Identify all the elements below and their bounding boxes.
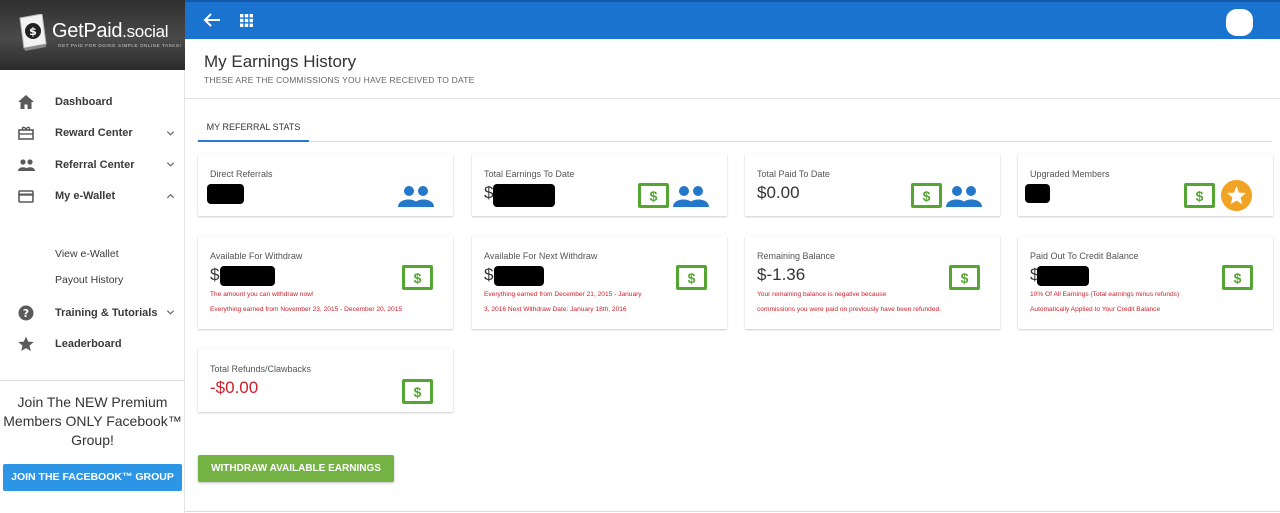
dollar-icon: $ [676,265,707,290]
chevron-up-icon[interactable] [166,192,175,201]
page-title: My Earnings History [204,52,357,71]
brand-name: GetPaid.social [52,20,169,42]
sidebar-item-label: Referral Center [55,158,135,171]
redacted-value [1025,184,1050,203]
card-note: commissions you were paid on previously … [757,306,941,313]
svg-text:?: ? [23,307,29,320]
svg-text:$: $ [29,25,37,38]
redacted-value [493,184,555,207]
tab-bar: MY REFERRAL STATS [198,115,1272,142]
dollar-icon: $ [402,265,433,290]
card-upgraded-members: Upgraded Members $ [1018,154,1273,216]
sidebar-item-label: Leaderboard [55,338,122,351]
sidebar-item-label: My e-Wallet [55,190,116,203]
card-note: Automatically Applied to Your Credit Bal… [1030,306,1161,313]
card-value: $-1.36 [757,265,806,284]
sidebar-item-label: Reward Center [55,127,133,140]
sidebar-item-label: Training & Tutorials [55,306,158,319]
card-label: Available For Next Withdraw [484,251,598,261]
dollar-icon: $ [1184,183,1215,208]
dollar-icon: $ [402,379,433,404]
card-value: $ [484,265,494,284]
join-facebook-group-button[interactable]: JOIN THE FACEBOOK™ GROUP [3,464,182,491]
dollar-icon: $ [638,183,669,208]
promo-text: Join The NEW Premium Members ONLY Facebo… [3,394,182,448]
card-note: 3, 2016 Next Withdraw Date: January 18th… [484,306,627,313]
sidebar-subitem-view-e-wallet[interactable]: View e-Wallet [0,241,184,267]
page-subtitle: THESE ARE THE COMMISSIONS YOU HAVE RECEI… [204,75,475,85]
card-paid-out-to-credit-balance: Paid Out To Credit Balance $ $ 10% Of Al… [1018,236,1273,329]
apps-grid-icon[interactable] [240,14,253,27]
chevron-down-icon[interactable] [166,308,175,317]
card-label: Total Refunds/Clawbacks [210,364,312,374]
card-note: 10% Of All Earnings (Total earnings minu… [1030,291,1180,298]
card-label: Total Paid To Date [757,169,830,179]
brand-logo[interactable]: $ GetPaid.social GET PAID FOR DOING SIMP… [0,0,185,70]
people-icon [946,186,982,207]
dollar-icon: $ [949,265,980,290]
e-wallet-submenu: View e-Wallet Payout History [0,241,184,293]
brand-tagline: GET PAID FOR DOING SIMPLE ONLINE TASKS! [58,43,182,48]
card-label: Direct Referrals [210,169,273,179]
people-icon [17,156,35,174]
redacted-value [494,266,544,286]
star-badge-icon [1221,180,1252,211]
avatar[interactable] [1226,9,1253,36]
card-value: $0.00 [757,183,800,202]
people-icon [398,186,434,207]
people-icon [673,186,709,207]
sidebar-item-training[interactable]: ? Training & Tutorials [0,297,184,329]
card-available-for-withdraw: Available For Withdraw $ $ The amount yo… [198,236,453,329]
card-remaining-balance: Remaining Balance $-1.36 $ Your remainin… [745,236,1000,329]
sidebar-item-leaderboard[interactable]: Leaderboard [0,329,184,361]
back-arrow-icon[interactable] [203,12,221,28]
redacted-value [220,266,275,286]
wallet-icon [17,187,35,205]
card-label: Total Earnings To Date [484,169,575,179]
tab-my-referral-stats[interactable]: MY REFERRAL STATS [198,115,309,142]
card-value: -$0.00 [210,378,259,397]
sidebar-nav: Dashboard Reward Center Referral Center … [0,86,184,212]
card-label: Upgraded Members [1030,169,1110,179]
chevron-down-icon[interactable] [166,129,175,138]
card-value: $ [210,265,220,284]
withdraw-available-earnings-button[interactable]: WITHDRAW AVAILABLE EARNINGS [198,455,394,482]
card-total-refunds: Total Refunds/Clawbacks -$0.00 $ [198,349,453,412]
sidebar-item-e-wallet[interactable]: My e-Wallet [0,181,184,213]
dollar-icon: $ [911,183,942,208]
sidebar-item-reward-center[interactable]: Reward Center [0,118,184,150]
help-icon: ? [17,304,35,322]
home-icon [17,93,35,111]
card-direct-referrals: Direct Referrals [198,154,453,216]
sidebar-nav-secondary: ? Training & Tutorials Leaderboard [0,297,184,360]
sidebar: $ GetPaid.social GET PAID FOR DOING SIMP… [0,0,185,513]
card-total-earnings: Total Earnings To Date $ $ [472,154,727,216]
redacted-value [1037,266,1089,286]
card-total-paid: Total Paid To Date $0.00 $ [745,154,1000,216]
card-label: Available For Withdraw [210,251,303,261]
sidebar-item-label: Dashboard [55,95,113,108]
card-note: Everything earned from December 21, 2015… [484,291,642,298]
divider [185,511,1280,512]
dollar-icon: $ [1222,265,1253,290]
redacted-value [207,184,244,204]
page-header: My Earnings History THESE ARE THE COMMIS… [185,39,1280,99]
sidebar-item-referral-center[interactable]: Referral Center [0,149,184,181]
logo-mark-icon: $ [19,14,47,51]
gift-icon [17,124,35,142]
card-label: Paid Out To Credit Balance [1030,251,1139,261]
card-available-for-next-withdraw: Available For Next Withdraw $ $ Everythi… [472,236,727,329]
card-label: Remaining Balance [757,251,836,261]
star-icon [17,335,35,353]
card-note: The amount you can withdraw now! [210,291,314,298]
sidebar-subitem-payout-history[interactable]: Payout History [0,267,184,293]
facebook-promo: Join The NEW Premium Members ONLY Facebo… [0,380,185,491]
card-note: Everything earned from November 23, 2015… [210,306,403,313]
top-app-bar [185,0,1280,39]
card-note: Your remaining balance is negative becau… [757,291,887,298]
chevron-down-icon[interactable] [166,160,175,169]
sidebar-item-dashboard[interactable]: Dashboard [0,86,184,118]
